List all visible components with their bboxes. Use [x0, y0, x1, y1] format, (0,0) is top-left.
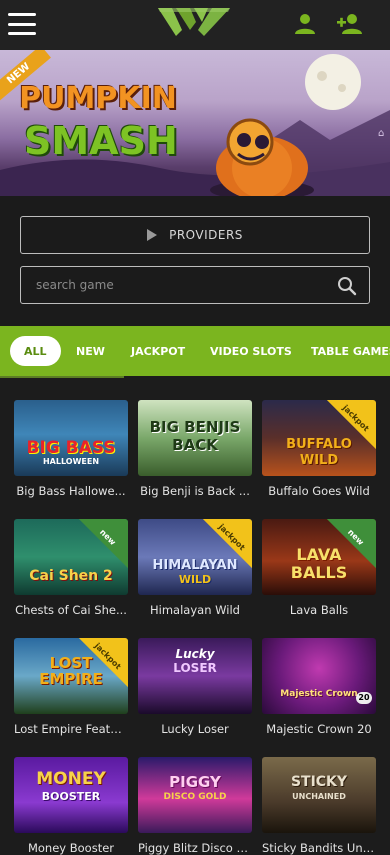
game-title: Chests of Cai She... — [15, 603, 127, 617]
game-tile[interactable]: Lucky LOSER Lucky Loser — [138, 638, 252, 736]
game-thumbnail[interactable]: BIG BASS HALLOWEEN — [14, 400, 128, 476]
tab-new[interactable]: NEW — [76, 326, 105, 376]
game-tile[interactable]: PIGGY DISCO GOLD Piggy Blitz Disco Gold — [138, 757, 252, 855]
tab-video-slots[interactable]: VIDEO SLOTS — [210, 326, 292, 376]
providers-label: PROVIDERS — [169, 228, 243, 242]
game-title: Lava Balls — [289, 603, 349, 617]
promo-banner[interactable]: ⌂ NEW PUMPKIN SMASH — [0, 50, 390, 196]
search-icon[interactable] — [337, 276, 357, 296]
game-title: Lost Empire Featu... — [14, 722, 128, 736]
brand-logo[interactable] — [156, 4, 232, 40]
game-title: Big Benji is Back ... — [140, 484, 250, 498]
game-thumbnail[interactable]: Lucky LOSER — [138, 638, 252, 714]
game-tile[interactable]: BUFFALO WILD jackpot Buffalo Goes Wild — [262, 400, 376, 498]
add-user-icon[interactable] — [336, 12, 364, 36]
play-icon — [147, 229, 158, 241]
game-tile[interactable]: LAVA BALLS new Lava Balls — [262, 519, 376, 617]
category-tabs: ALL NEW JACKPOT VIDEO SLOTS TABLE GAMES — [0, 326, 390, 376]
game-tile[interactable]: Majestic Crown 20 Majestic Crown 20 — [262, 638, 376, 736]
game-title: Piggy Blitz Disco Gold — [138, 841, 252, 855]
tab-jackpot[interactable]: JACKPOT — [131, 326, 185, 376]
banner-title-line2: SMASH — [24, 119, 178, 163]
game-tile[interactable]: MONEY BOOSTER Money Booster — [14, 757, 128, 855]
game-title: Majestic Crown 20 — [266, 722, 372, 736]
game-thumbnail[interactable]: HIMALAYAN WILD jackpot — [138, 519, 252, 595]
games-grid: BIG BASS HALLOWEEN Big Bass Hallowe... B… — [0, 380, 390, 855]
new-badge: new — [74, 519, 128, 571]
game-title: Money Booster — [27, 841, 115, 855]
game-title: Sticky Bandits Unchained — [262, 841, 376, 855]
tab-indicator — [0, 376, 124, 378]
game-tile[interactable]: LOST EMPIRE jackpot Lost Empire Featu... — [14, 638, 128, 736]
game-thumbnail[interactable]: BUFFALO WILD jackpot — [262, 400, 376, 476]
game-thumbnail[interactable]: BIG BENJIS BACK — [138, 400, 252, 476]
game-thumbnail[interactable]: Majestic Crown 20 — [262, 638, 376, 714]
game-thumbnail[interactable]: LOST EMPIRE jackpot — [14, 638, 128, 714]
svg-text:⌂: ⌂ — [378, 128, 384, 139]
game-thumbnail[interactable]: PIGGY DISCO GOLD — [138, 757, 252, 833]
top-bar — [0, 0, 390, 50]
game-title: Lucky Loser — [161, 722, 229, 736]
game-title: Big Bass Hallowe... — [16, 484, 126, 498]
user-icon[interactable] — [292, 12, 318, 36]
game-title: Himalayan Wild — [150, 603, 240, 617]
providers-button[interactable]: PROVIDERS — [20, 216, 370, 254]
search-input[interactable] — [21, 267, 321, 303]
tab-all[interactable]: ALL — [10, 336, 61, 366]
game-tile[interactable]: BIG BENJIS BACK Big Benji is Back ... — [138, 400, 252, 498]
banner-title-line1: PUMPKIN — [19, 81, 177, 116]
game-thumbnail[interactable]: MONEY BOOSTER — [14, 757, 128, 833]
game-title: Buffalo Goes Wild — [268, 484, 370, 498]
tab-table-games[interactable]: TABLE GAMES — [311, 326, 390, 376]
hamburger-icon[interactable] — [8, 13, 36, 35]
search-box[interactable] — [20, 266, 370, 304]
game-tile[interactable]: BIG BASS HALLOWEEN Big Bass Hallowe... — [14, 400, 128, 498]
game-tile[interactable]: Cai Shen 2 new Chests of Cai She... — [14, 519, 128, 617]
game-thumbnail[interactable]: LAVA BALLS new — [262, 519, 376, 595]
game-tile[interactable]: STICKY UNCHAINED Sticky Bandits Unchaine… — [262, 757, 376, 855]
game-thumbnail[interactable]: STICKY UNCHAINED — [262, 757, 376, 833]
filter-panel: PROVIDERS — [0, 196, 390, 326]
game-tile[interactable]: HIMALAYAN WILD jackpot Himalayan Wild — [138, 519, 252, 617]
game-thumbnail[interactable]: Cai Shen 2 new — [14, 519, 128, 595]
